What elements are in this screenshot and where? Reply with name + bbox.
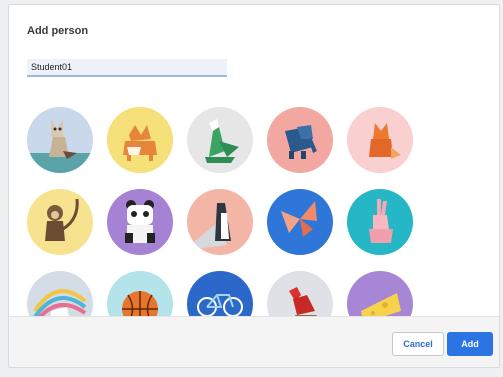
elephant-icon (267, 107, 333, 173)
cat-icon (27, 107, 93, 173)
avatar-fox[interactable] (347, 107, 413, 173)
avatar-monkey[interactable] (27, 189, 93, 255)
avatar-penguin[interactable] (187, 189, 253, 255)
avatar-rabbit[interactable] (347, 189, 413, 255)
add-person-dialog: Add person Student01 Cancel Add (8, 4, 500, 368)
name-field[interactable] (27, 59, 227, 77)
avatar-corgi[interactable] (107, 107, 173, 173)
name-input[interactable] (27, 59, 227, 75)
corgi-icon (107, 107, 173, 173)
avatar-cat[interactable] (27, 107, 93, 173)
add-button[interactable]: Add (447, 332, 493, 356)
fox-icon (347, 107, 413, 173)
avatar-elephant[interactable] (267, 107, 333, 173)
avatar-dragon[interactable] (187, 107, 253, 173)
penguin-icon (187, 189, 253, 255)
dialog-footer: Cancel Add (9, 316, 499, 367)
dialog-title: Add person (27, 25, 89, 37)
panda-icon (107, 189, 173, 255)
butterfly-icon (267, 189, 333, 255)
dragon-icon (187, 107, 253, 173)
avatar-panda[interactable] (107, 189, 173, 255)
rabbit-icon (347, 189, 413, 255)
cancel-button[interactable]: Cancel (392, 332, 444, 356)
avatar-butterfly[interactable] (267, 189, 333, 255)
monkey-icon (27, 189, 93, 255)
avatar-grid (27, 107, 417, 337)
